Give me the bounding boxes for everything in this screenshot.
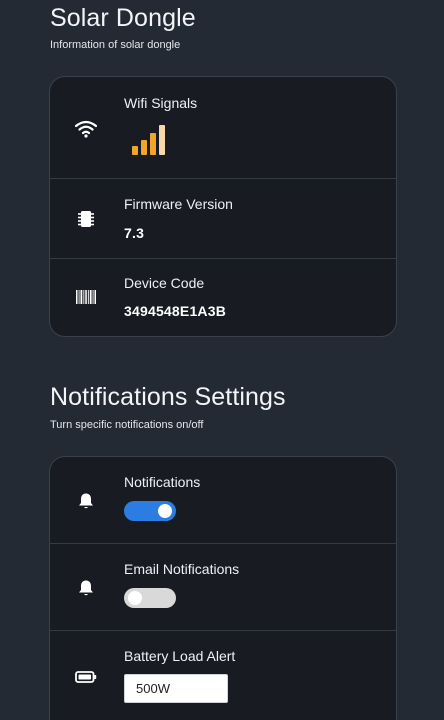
email-notifications-row: Email Notifications [50, 544, 396, 630]
solar-dongle-title: Solar Dongle [50, 4, 196, 32]
notifications-card: Notifications Email Notifications Batter… [49, 456, 397, 720]
notifications-label: Notifications [124, 474, 201, 490]
device-code-value: 3494548E1A3B [124, 303, 227, 319]
firmware-version-value: 7.3 [124, 225, 145, 241]
firmware-version-row: Firmware Version 7.3 [50, 179, 396, 258]
chip-icon [74, 207, 98, 231]
battery-load-alert-input[interactable] [124, 674, 228, 703]
wifi-signals-row: Wifi Signals [50, 77, 396, 178]
signal-bar [150, 133, 156, 155]
battery-icon [74, 665, 98, 689]
email-notifications-toggle[interactable] [124, 588, 176, 608]
notifications-settings-title: Notifications Settings [50, 383, 286, 411]
solar-dongle-subtitle: Information of solar dongle [50, 39, 181, 51]
battery-load-alert-row: Battery Load Alert [50, 631, 396, 720]
signal-bar [141, 140, 147, 155]
toggle-knob [128, 591, 142, 605]
notifications-settings-subtitle: Turn specific notifications on/off [50, 419, 204, 431]
barcode-icon [74, 285, 98, 309]
signal-strength-indicator [132, 125, 168, 155]
notifications-row: Notifications [50, 457, 396, 543]
device-code-row: Device Code 3494548E1A3B [50, 259, 396, 336]
email-notifications-label: Email Notifications [124, 561, 240, 577]
wifi-signals-label: Wifi Signals [124, 95, 198, 111]
notifications-toggle[interactable] [124, 501, 176, 521]
firmware-version-label: Firmware Version [124, 196, 233, 212]
wifi-icon [74, 117, 98, 141]
bell-icon [74, 489, 98, 513]
settings-page: Solar Dongle Information of solar dongle… [0, 0, 444, 720]
device-code-label: Device Code [124, 275, 205, 291]
bell-icon [74, 576, 98, 600]
toggle-knob [158, 504, 172, 518]
solar-dongle-card: Wifi Signals Firmware Version 7.3 Device… [49, 76, 397, 337]
battery-load-alert-label: Battery Load Alert [124, 648, 236, 664]
signal-bar [159, 125, 165, 155]
signal-bar [132, 146, 138, 155]
